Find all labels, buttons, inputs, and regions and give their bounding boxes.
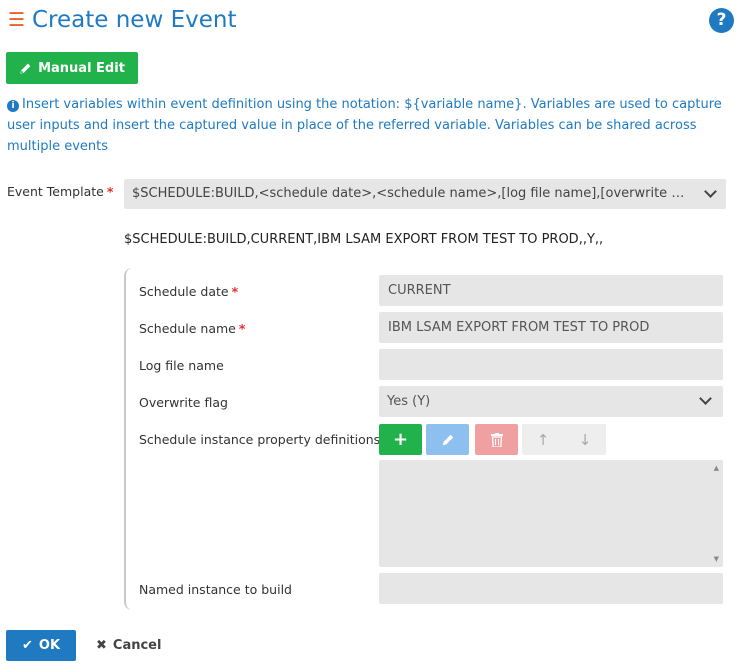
- event-template-selected-value: $SCHEDULE:BUILD,<schedule date>,<schedul…: [132, 186, 687, 201]
- event-template-select[interactable]: $SCHEDULE:BUILD,<schedule date>,<schedul…: [124, 179, 726, 209]
- event-template-label-text: Event Template: [7, 184, 104, 199]
- scroll-down-icon[interactable]: ▼: [714, 555, 719, 563]
- arrow-down-icon[interactable]: ↓: [579, 431, 592, 449]
- log-file-name-label: Log file name: [139, 358, 224, 373]
- schedule-date-label-text: Schedule date: [139, 284, 229, 299]
- named-instance-label: Named instance to build: [139, 582, 292, 597]
- info-icon: i: [7, 100, 19, 112]
- manual-edit-label: Manual Edit: [38, 60, 125, 76]
- property-definitions-list[interactable]: ▲ ▼: [379, 460, 723, 567]
- schedule-date-label: Schedule date *: [139, 284, 238, 299]
- trash-icon: [490, 432, 503, 447]
- close-icon: ✖: [96, 638, 107, 653]
- cancel-button[interactable]: ✖ Cancel: [92, 630, 165, 661]
- info-message: i Insert variables within event definitio…: [7, 94, 722, 157]
- named-instance-input[interactable]: [379, 573, 723, 604]
- info-text: Insert variables within event definition…: [7, 97, 722, 154]
- scroll-up-icon[interactable]: ▲: [714, 464, 719, 472]
- plus-icon: +: [392, 429, 409, 450]
- pencil-icon: [442, 434, 453, 445]
- pencil-icon: [20, 63, 31, 74]
- event-template-label: Event Template *: [7, 184, 113, 199]
- schedule-name-input[interactable]: IBM LSAM EXPORT FROM TEST TO PROD: [379, 312, 723, 343]
- event-preview: $SCHEDULE:BUILD,CURRENT,IBM LSAM EXPORT …: [124, 232, 604, 247]
- overwrite-flag-value: Yes (Y): [387, 394, 431, 409]
- log-file-name-input[interactable]: [379, 349, 723, 380]
- overwrite-flag-label: Overwrite flag: [139, 395, 228, 410]
- hamburger-menu-icon[interactable]: ☰: [8, 10, 25, 30]
- property-definitions-label: Schedule instance property definitions: [139, 432, 381, 447]
- chevron-down-icon: [704, 185, 717, 198]
- page-title: Create new Event: [32, 7, 237, 33]
- check-icon: ✔: [21, 638, 33, 653]
- required-marker: *: [238, 321, 246, 336]
- ok-label: OK: [38, 638, 61, 653]
- schedule-name-label-text: Schedule name: [139, 321, 236, 336]
- delete-button[interactable]: [475, 424, 518, 455]
- arrow-up-icon[interactable]: ↑: [537, 431, 550, 449]
- question-icon[interactable]: ?: [709, 8, 734, 33]
- required-marker: *: [106, 184, 114, 199]
- edit-button[interactable]: [426, 424, 469, 455]
- schedule-date-input[interactable]: CURRENT: [379, 275, 723, 306]
- cancel-label: Cancel: [112, 638, 162, 653]
- add-button[interactable]: +: [379, 424, 422, 455]
- required-marker: *: [231, 284, 239, 299]
- schedule-name-label: Schedule name *: [139, 321, 245, 336]
- overwrite-flag-select[interactable]: Yes (Y): [379, 386, 723, 417]
- ok-button[interactable]: ✔ OK: [6, 630, 76, 661]
- manual-edit-button[interactable]: Manual Edit: [6, 52, 138, 84]
- reorder-buttons: ↑ ↓: [522, 424, 606, 455]
- chevron-down-icon: [699, 392, 712, 405]
